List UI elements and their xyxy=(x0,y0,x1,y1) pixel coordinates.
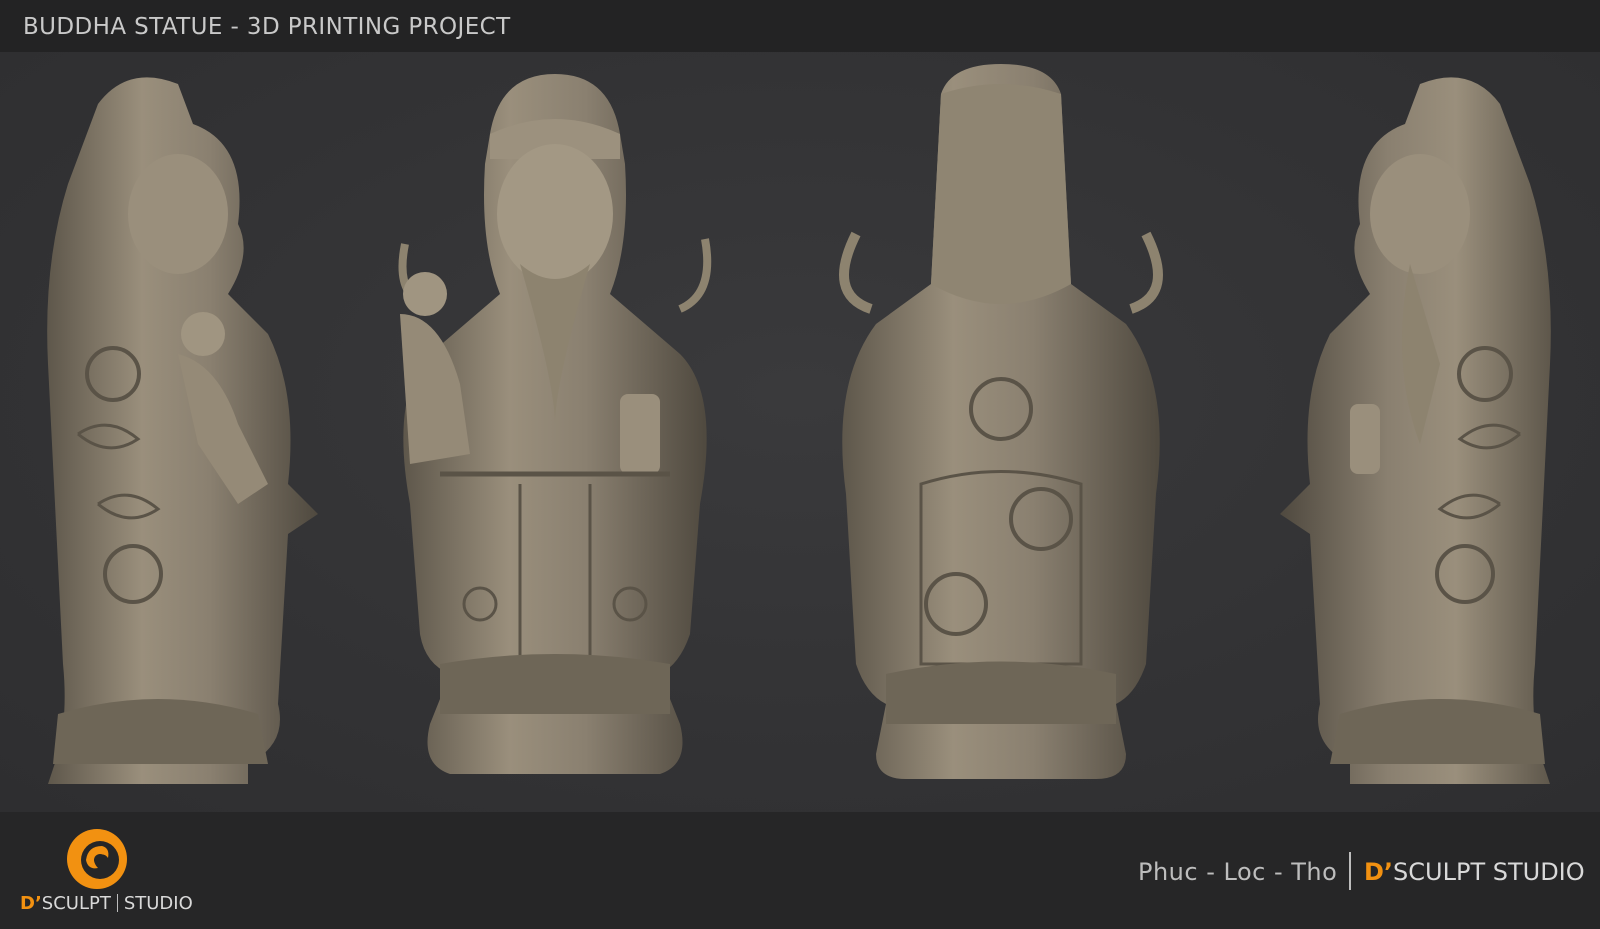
statue-back-view xyxy=(826,64,1176,794)
logo-prefix: D’ xyxy=(20,893,42,914)
title-bar: BUDDHA STATUE - 3D PRINTING PROJECT xyxy=(0,0,1600,52)
footer-divider xyxy=(1349,852,1351,890)
brand-name: D’SCULPT STUDIO xyxy=(1364,858,1585,886)
studio-logo-icon xyxy=(64,826,130,892)
statue-side-view-right xyxy=(1280,64,1560,794)
footer-bar xyxy=(0,812,1600,929)
page-title: BUDDHA STATUE - 3D PRINTING PROJECT xyxy=(23,14,511,40)
brand-rest: SCULPT STUDIO xyxy=(1393,858,1585,886)
logo-divider xyxy=(116,894,118,912)
statue-front-view xyxy=(380,64,730,794)
statue-side-view-left xyxy=(38,64,318,794)
brand-prefix: D’ xyxy=(1364,858,1394,886)
logo-word-studio: STUDIO xyxy=(123,893,193,914)
logo-word-sculpt: SCULPT xyxy=(41,893,111,914)
project-subject: Phuc - Loc - Tho xyxy=(1138,858,1338,886)
logo-wordmark: D’SCULPT STUDIO xyxy=(20,893,193,914)
